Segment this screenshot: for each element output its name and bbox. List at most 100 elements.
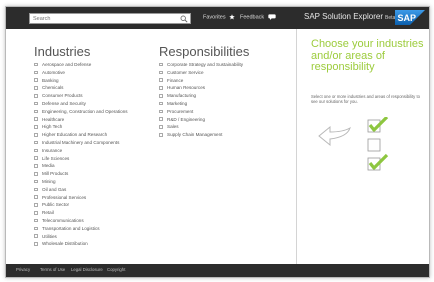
checkbox[interactable] — [34, 187, 38, 192]
sap-logo[interactable]: SAP — [395, 10, 425, 25]
checkbox[interactable] — [159, 86, 163, 90]
checkbox[interactable] — [34, 78, 38, 82]
footer-link-legal[interactable]: Legal Disclosure — [71, 267, 103, 272]
industry-item[interactable]: Transportation and Logistics — [34, 225, 128, 233]
responsibility-label: Supply Chain Management — [167, 132, 223, 138]
responsibility-item[interactable]: Marketing — [159, 100, 243, 108]
checkbox[interactable] — [34, 156, 38, 160]
industry-item[interactable]: Automotive — [34, 69, 128, 77]
responsibility-label: Finance — [167, 77, 184, 83]
checkbox[interactable] — [34, 86, 38, 90]
footer-link-privacy[interactable]: Privacy — [16, 267, 30, 272]
checkbox[interactable] — [34, 171, 38, 176]
industry-item[interactable]: Chemicals — [34, 84, 128, 92]
checkbox[interactable] — [34, 203, 38, 207]
industry-item[interactable]: Oil and Gas — [34, 186, 128, 194]
responsibility-item[interactable]: Sales — [159, 123, 243, 131]
industry-label: Defense and Security — [42, 100, 86, 106]
checkbox[interactable] — [159, 70, 163, 75]
search-box[interactable] — [29, 13, 191, 24]
industry-label: Healthcare — [42, 116, 65, 122]
industry-item[interactable]: Banking — [34, 77, 128, 85]
responsibility-item[interactable]: Manufacturing — [159, 92, 243, 100]
industry-item[interactable]: Mining — [34, 178, 128, 186]
industry-item[interactable]: Retail — [34, 209, 128, 217]
search-icon[interactable] — [180, 15, 188, 23]
checkbox[interactable] — [34, 101, 38, 106]
industry-label: Industrial Machinery and Components — [42, 139, 120, 145]
industry-label: Automotive — [42, 69, 65, 75]
responsibility-item[interactable]: Corporate Strategy and Sustainability — [159, 61, 243, 69]
industry-item[interactable]: Media — [34, 162, 128, 170]
responsibility-item[interactable]: Finance — [159, 77, 243, 85]
industries-list: Aerospace and Defense Automotive Banking Ch… — [34, 61, 128, 248]
checkbox[interactable] — [34, 125, 38, 129]
industry-item[interactable]: Higher Education and Research — [34, 131, 128, 139]
footer-link-terms[interactable]: Terms of Use — [40, 267, 65, 272]
checkbox[interactable] — [34, 234, 38, 238]
industry-item[interactable]: Aerospace and Defense — [34, 61, 128, 69]
industry-label: Mill Products — [42, 171, 69, 177]
checkbox[interactable] — [159, 93, 163, 98]
industry-label: Aerospace and Defense — [42, 62, 92, 67]
industry-item[interactable]: Insurance — [34, 147, 128, 155]
checkbox[interactable] — [34, 132, 38, 137]
checkbox[interactable] — [159, 62, 163, 67]
checkbox[interactable] — [34, 62, 38, 67]
checkbox[interactable] — [34, 164, 38, 168]
checkbox[interactable] — [34, 218, 38, 223]
industry-label: Telecommunications — [42, 217, 84, 223]
responsibility-item[interactable]: Customer Service — [159, 69, 243, 77]
industry-label: Chemicals — [42, 85, 64, 91]
footer-link-copyright[interactable]: Copyright — [107, 267, 125, 272]
checkbox[interactable] — [159, 101, 163, 106]
search-input[interactable] — [33, 14, 173, 23]
checkbox[interactable] — [34, 117, 38, 121]
responsibility-item[interactable]: R&D / Engineering — [159, 116, 243, 124]
checkbox-illustration-icon — [367, 117, 389, 171]
industry-item[interactable]: Engineering, Construction and Operations — [34, 108, 128, 116]
industry-item[interactable]: Industrial Machinery and Components — [34, 139, 128, 147]
checkbox[interactable] — [34, 70, 38, 75]
responsibility-item[interactable]: Supply Chain Management — [159, 131, 243, 139]
industry-item[interactable]: Healthcare — [34, 116, 128, 124]
industry-label: Public Sector — [42, 202, 70, 208]
industry-item[interactable]: Defense and Security — [34, 100, 128, 108]
industry-label: Mining — [42, 178, 56, 184]
industry-item[interactable]: Utilities — [34, 233, 128, 241]
industry-label: Retail — [42, 210, 54, 216]
industry-label: Transportation and Logistics — [42, 225, 100, 231]
checkbox[interactable] — [159, 125, 163, 129]
industry-label: Utilities — [42, 233, 57, 239]
industry-item[interactable]: Mill Products — [34, 170, 128, 178]
industry-label: Banking — [42, 77, 59, 83]
checkbox[interactable] — [34, 226, 38, 231]
industry-item[interactable]: Wholesale Distribution — [34, 240, 128, 248]
industry-item[interactable]: Telecommunications — [34, 217, 128, 225]
responsibility-item[interactable]: Human Resources — [159, 84, 243, 92]
checkbox[interactable] — [34, 242, 38, 246]
responsibility-item[interactable]: Procurement — [159, 108, 243, 116]
industry-item[interactable]: Consumer Products — [34, 92, 128, 100]
industry-item[interactable]: Public Sector — [34, 201, 128, 209]
checkbox[interactable] — [34, 93, 38, 98]
checkbox[interactable] — [159, 78, 163, 82]
industry-item[interactable]: Professional Services — [34, 194, 128, 202]
checkbox[interactable] — [159, 117, 163, 121]
responsibilities-list: Corporate Strategy and Sustainability Cus… — [159, 61, 243, 139]
checkbox[interactable] — [34, 140, 38, 145]
industry-item[interactable]: Life Sciences — [34, 155, 128, 163]
favorites-link[interactable]: Favorites — [203, 14, 235, 20]
checkbox[interactable] — [34, 109, 38, 114]
responsibility-label: Marketing — [167, 100, 188, 106]
checkbox[interactable] — [34, 179, 38, 184]
industry-item[interactable]: High Tech — [34, 123, 128, 131]
feedback-link[interactable]: Feedback — [240, 14, 276, 20]
checkbox[interactable] — [34, 195, 38, 199]
checkbox[interactable] — [159, 132, 163, 137]
industry-label: Media — [42, 163, 55, 169]
checkbox[interactable] — [34, 210, 38, 215]
checkbox[interactable] — [159, 109, 163, 114]
checkbox[interactable] — [34, 148, 38, 153]
app-frame: Favorites Feedback SAP Solution Explorer… — [5, 6, 430, 278]
